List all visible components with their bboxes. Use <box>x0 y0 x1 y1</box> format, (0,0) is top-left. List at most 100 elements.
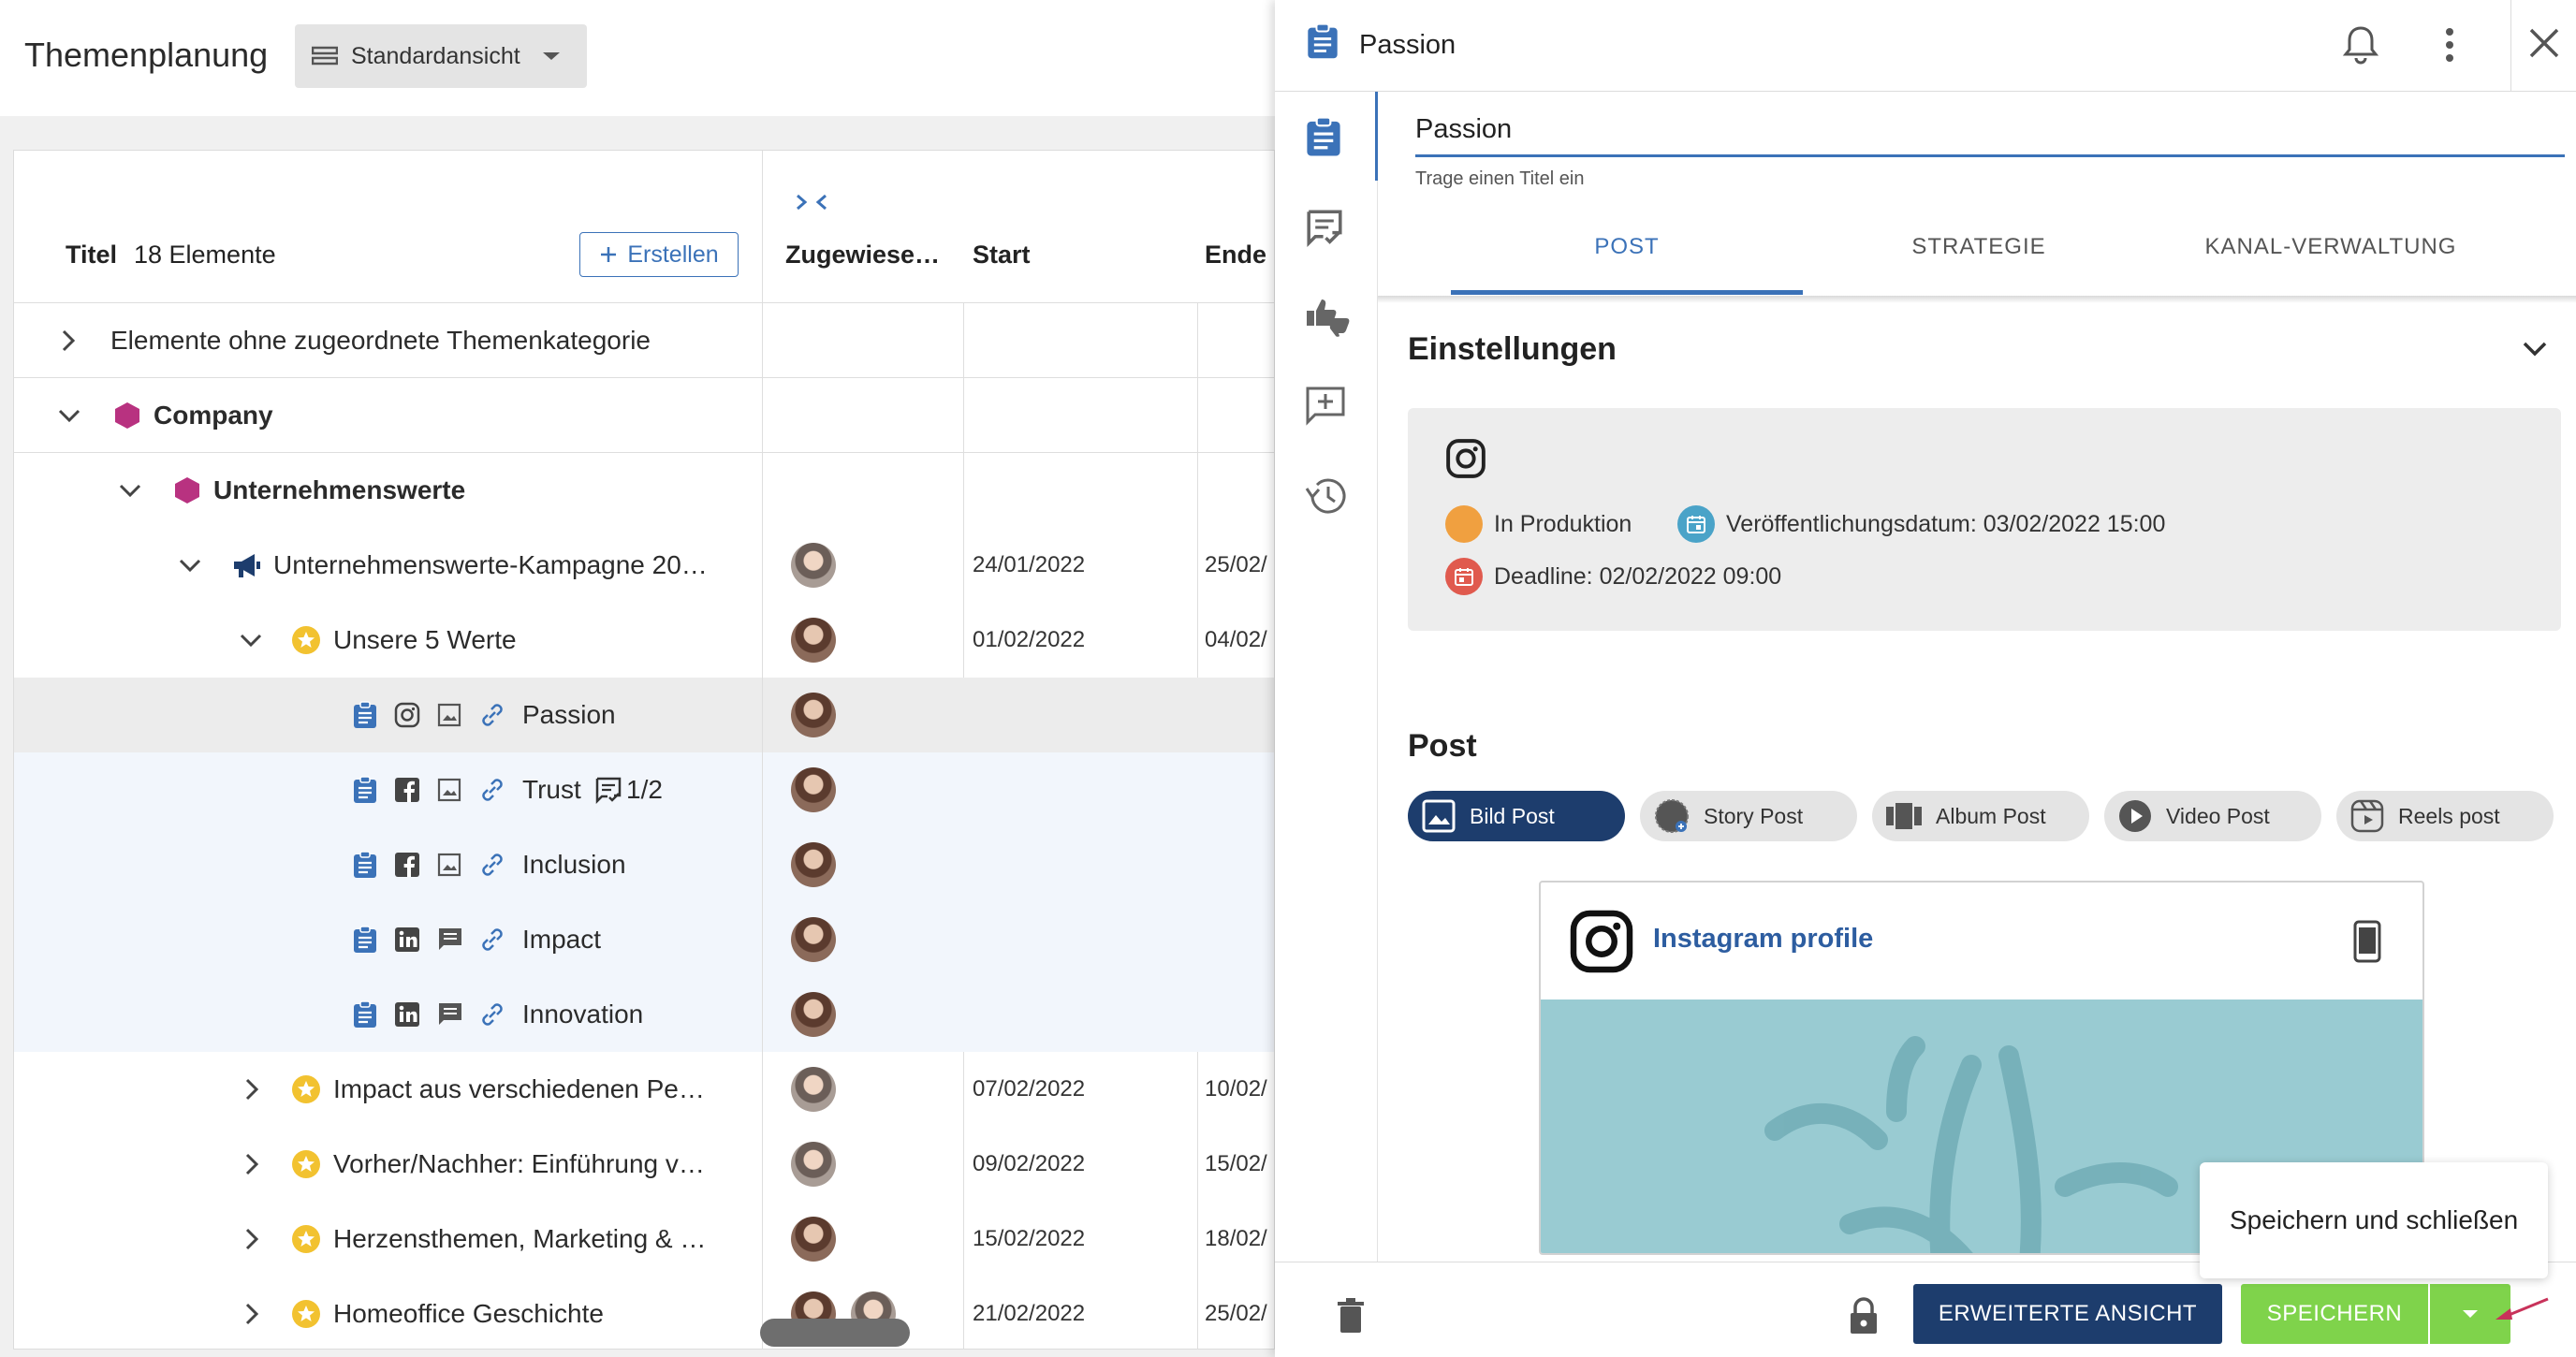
add-comment-icon[interactable] <box>1305 386 1346 427</box>
end-date: 10/02/ <box>1205 1076 1267 1102</box>
megaphone-icon <box>231 552 261 578</box>
row-label: Unternehmenswerte <box>213 475 466 504</box>
chevron-right-icon[interactable] <box>244 1302 259 1326</box>
thumbs-icon[interactable] <box>1305 294 1354 337</box>
view-select[interactable]: Standardansicht <box>295 24 587 88</box>
tab-strategie[interactable]: STRATEGIE <box>1803 234 2155 260</box>
collapse-columns-icon[interactable] <box>795 192 828 212</box>
post-type-video[interactable]: Video Post <box>2104 791 2321 841</box>
status-dot <box>1445 505 1483 543</box>
post-type-album[interactable]: Album Post <box>1872 791 2089 841</box>
chevron-down-icon[interactable] <box>118 483 142 498</box>
extended-view-button[interactable]: ERWEITERTE ANSICHT <box>1913 1284 2222 1344</box>
chevron-down-icon[interactable] <box>57 408 81 423</box>
avatar <box>791 1142 836 1187</box>
title-column-header[interactable]: Titel <box>66 241 117 270</box>
table-row[interactable]: Unsere 5 Werte 01/02/2022 04/02/ <box>14 603 1274 678</box>
chevron-down-icon[interactable] <box>2522 341 2548 357</box>
assigned-column-header[interactable]: Zugewiese… <box>785 241 940 270</box>
save-and-close-menu-item[interactable]: Speichern und schließen <box>2200 1162 2548 1278</box>
row-label: Homeoffice Geschichte <box>333 1299 604 1328</box>
link-icon[interactable] <box>478 701 506 729</box>
avatar <box>791 693 836 737</box>
row-label: Trust <box>522 775 581 804</box>
link-icon[interactable] <box>478 776 506 804</box>
checklist-icon[interactable] <box>1305 208 1344 247</box>
linkedin-icon <box>394 927 420 953</box>
title-input[interactable]: Passion <box>1415 114 1512 145</box>
horizontal-scrollbar[interactable] <box>760 1319 910 1347</box>
link-icon[interactable] <box>478 1000 506 1029</box>
link-icon[interactable] <box>478 851 506 879</box>
table-row[interactable]: Herzensthemen, Marketing & … 15/02/2022 … <box>14 1202 1274 1277</box>
avatar <box>791 842 836 887</box>
chevron-down-icon <box>541 51 562 62</box>
page-title: Themenplanung <box>24 36 269 74</box>
mobile-icon[interactable] <box>2353 920 2381 963</box>
play-icon <box>2117 798 2153 834</box>
trash-icon[interactable] <box>1337 1298 1365 1334</box>
tab-kanal-verwaltung[interactable]: KANAL-VERWALTUNG <box>2155 234 2507 260</box>
chevron-right-icon[interactable] <box>244 1227 259 1251</box>
save-button[interactable]: SPEICHERN <box>2241 1284 2428 1344</box>
image-icon <box>1421 798 1456 834</box>
row-label: Herzensthemen, Marketing & … <box>333 1224 707 1253</box>
end-date: 18/02/ <box>1205 1226 1267 1251</box>
start-column-header[interactable]: Start <box>973 241 1031 270</box>
end-date: 15/02/ <box>1205 1151 1267 1176</box>
table-row[interactable]: Inclusion <box>14 827 1274 902</box>
deadline: Deadline: 02/02/2022 09:00 <box>1494 563 1782 590</box>
table-row[interactable]: Unternehmenswerte-Kampagne 20… 24/01/202… <box>14 528 1274 603</box>
row-label: Elemente ohne zugeordnete Themenkategori… <box>110 326 651 355</box>
clipboard-icon[interactable] <box>1305 116 1342 157</box>
clipboard-icon <box>1307 22 1339 60</box>
row-label: Company <box>154 401 273 430</box>
image-icon <box>437 853 461 877</box>
end-date: 04/02/ <box>1205 627 1267 652</box>
table-row[interactable]: Impact <box>14 902 1274 977</box>
post-type-story[interactable]: Story Post <box>1640 791 1857 841</box>
close-icon[interactable] <box>2525 24 2563 62</box>
table-row[interactable]: Elemente ohne zugeordnete Themenkategori… <box>14 303 1274 378</box>
post-type-label: Video Post <box>2166 803 2270 828</box>
row-label: Passion <box>522 700 616 729</box>
create-button[interactable]: Erstellen <box>579 232 739 277</box>
star-icon <box>291 625 321 655</box>
chevron-down-icon[interactable] <box>178 558 202 573</box>
table-row[interactable]: Impact aus verschiedenen Pe… 07/02/2022 … <box>14 1052 1274 1127</box>
end-column-header[interactable]: Ende <box>1205 241 1266 270</box>
table-row[interactable]: Innovation <box>14 977 1274 1052</box>
avatar <box>791 618 836 663</box>
row-label: Vorher/Nachher: Einführung v… <box>333 1149 705 1178</box>
tab-post[interactable]: POST <box>1451 234 1803 260</box>
table-row[interactable]: Passion <box>14 678 1274 752</box>
lock-icon[interactable] <box>1848 1296 1880 1335</box>
table-row[interactable]: Company <box>14 378 1274 453</box>
instagram-icon <box>394 702 420 728</box>
avatar <box>791 767 836 812</box>
post-title: Post <box>1408 728 1477 764</box>
post-type-reels[interactable]: Reels post <box>2336 791 2554 841</box>
settings-title: Einstellungen <box>1408 331 1617 367</box>
star-icon <box>291 1224 321 1254</box>
post-type-bild[interactable]: Bild Post <box>1408 791 1625 841</box>
table-row[interactable]: Homeoffice Geschichte 21/02/2022 25/02/ <box>14 1277 1274 1349</box>
chevron-right-icon[interactable] <box>244 1152 259 1176</box>
calendar-icon <box>1677 505 1715 543</box>
bell-icon[interactable] <box>2342 24 2379 66</box>
checklist-icon <box>594 776 622 804</box>
hexagon-icon <box>173 476 201 504</box>
table-row[interactable]: Unternehmenswerte <box>14 453 1274 528</box>
table-row[interactable]: Vorher/Nachher: Einführung v… 09/02/2022… <box>14 1127 1274 1202</box>
link-icon[interactable] <box>478 926 506 954</box>
table-row[interactable]: Trust 1/2 <box>14 752 1274 827</box>
chevron-right-icon[interactable] <box>61 328 76 353</box>
panel-header: Passion <box>1275 0 2576 92</box>
more-vert-icon[interactable] <box>2443 24 2456 66</box>
view-select-label: Standardansicht <box>351 42 520 69</box>
clipboard-icon <box>353 1000 377 1029</box>
history-icon[interactable] <box>1305 475 1348 517</box>
chevron-down-icon[interactable] <box>239 633 263 648</box>
chevron-right-icon[interactable] <box>244 1077 259 1102</box>
start-date: 15/02/2022 <box>973 1226 1086 1251</box>
